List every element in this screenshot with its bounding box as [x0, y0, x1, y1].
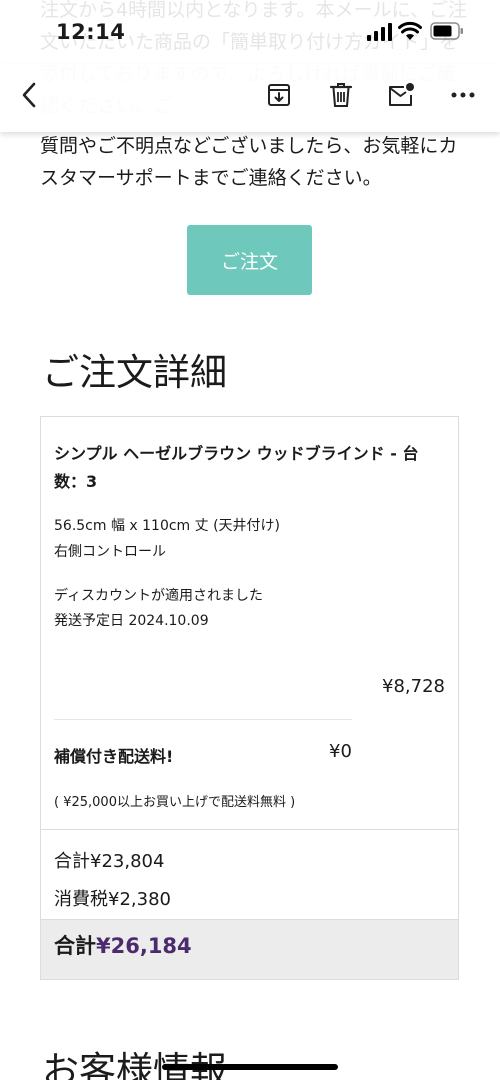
- grand-total: 合計¥26,184: [54, 930, 192, 960]
- trash-button[interactable]: [326, 80, 356, 110]
- status-time: 12:14: [56, 20, 126, 44]
- ship-date: 発送予定日 2024.10.09: [54, 613, 209, 629]
- archive-button[interactable]: [264, 80, 294, 110]
- product-name: シンプル ヘーゼルブラウン ウッドブラインド - 台数：3: [54, 444, 419, 491]
- trash-icon: [329, 83, 353, 107]
- intro-text: 質問やご不明点などございましたら、お気軽にカスタマーサポートまでご連絡ください。: [40, 135, 458, 189]
- mark-unread-button[interactable]: [386, 80, 416, 110]
- discount-note: ディスカウントが適用されました: [54, 588, 264, 604]
- more-button[interactable]: [448, 80, 478, 110]
- shipping-price: ¥0: [329, 741, 352, 762]
- home-indicator[interactable]: [162, 1064, 338, 1070]
- wifi-icon: [398, 21, 422, 40]
- subtotal: 合計¥23,804: [54, 851, 165, 872]
- shipping-label: 補償付き配送料!: [54, 747, 174, 766]
- divider: [41, 829, 458, 830]
- mail-unread-icon: [389, 83, 414, 106]
- order-details-title: ご注文詳細: [42, 351, 227, 394]
- order-button[interactable]: ご注文: [187, 225, 312, 295]
- signal-icon: [367, 23, 392, 41]
- mail-toolbar: [0, 64, 500, 132]
- order-details-box: シンプル ヘーゼルブラウン ウッドブラインド - 台数：3 56.5cm 幅 x…: [40, 416, 459, 980]
- tax: 消費税¥2,380: [54, 889, 171, 910]
- item-price: ¥8,728: [382, 676, 445, 697]
- archive-icon: [268, 84, 290, 106]
- customer-info-title: お客様情報: [42, 1049, 227, 1080]
- shipping-note: ( ¥25,000以上お買い上げで配送料無料 ): [54, 795, 296, 810]
- grand-total-label: 合計: [54, 934, 96, 958]
- grand-total-value: ¥26,184: [96, 934, 192, 958]
- grand-total-row: 合計¥26,184: [41, 919, 458, 979]
- divider: [54, 719, 352, 720]
- more-icon: [451, 92, 475, 98]
- back-icon: [22, 82, 36, 108]
- product-size: 56.5cm 幅 x 110cm 丈 (天井付け): [54, 518, 281, 534]
- back-button[interactable]: [14, 80, 44, 110]
- status-bar: 12:14: [0, 0, 500, 64]
- battery-icon: [430, 22, 463, 40]
- product-control: 右側コントロール: [54, 544, 166, 560]
